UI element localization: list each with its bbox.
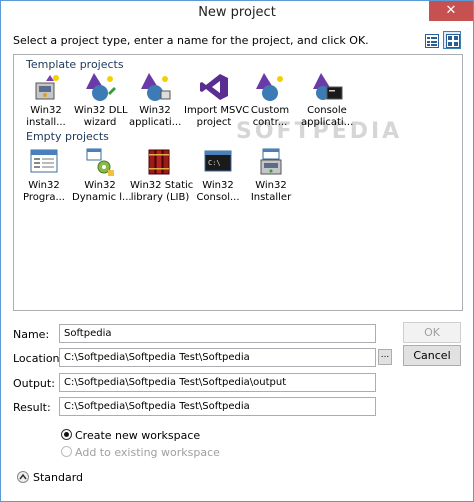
item-label-line1: Import MSVC — [184, 105, 250, 116]
empty-win32-program[interactable]: Win32 Progra... — [18, 146, 70, 204]
details-view-button[interactable] — [422, 31, 440, 49]
standard-label: Standard — [33, 471, 84, 484]
item-label-line2: Consol... — [196, 192, 240, 203]
console-icon: C:\ — [202, 146, 234, 178]
empty-win32-installer[interactable]: Win32 Installer — [245, 146, 297, 204]
result-label: Result: — [13, 401, 51, 414]
standard-toggle[interactable]: Standard — [17, 471, 83, 484]
create-new-workspace-label: Create new workspace — [75, 429, 201, 442]
visual-studio-icon — [198, 71, 230, 103]
instruction-text: Select a project type, enter a name for … — [13, 34, 369, 47]
item-label-line2: Progra... — [23, 192, 65, 203]
browse-location-button[interactable]: ... — [378, 349, 392, 365]
result-input[interactable] — [59, 397, 376, 416]
empty-win32-console[interactable]: C:\ Win32 Consol... — [192, 146, 244, 204]
title-bar: New project ✕ — [1, 1, 473, 25]
radio-dot — [61, 429, 72, 440]
empty-win32-static-library[interactable]: Win32 Static library (LIB) — [130, 146, 194, 204]
template-win32-installer[interactable]: Win32 install... — [20, 71, 72, 129]
add-existing-workspace-radio[interactable]: Add to existing workspace — [61, 446, 220, 459]
books-icon — [144, 146, 176, 178]
name-label: Name: — [13, 328, 50, 341]
item-label-line1: Win32 — [255, 180, 287, 191]
close-button[interactable]: ✕ — [429, 1, 473, 21]
empty-projects-header: Empty projects — [26, 130, 109, 143]
item-label-line2: contr... — [252, 117, 288, 128]
cancel-button[interactable]: Cancel — [403, 345, 461, 366]
dll-icon — [84, 146, 116, 178]
large-icons-view-icon — [446, 34, 460, 48]
output-label: Output: — [13, 377, 55, 390]
template-projects-header: Template projects — [26, 58, 124, 71]
item-label-line1: Win32 DLL — [74, 105, 128, 116]
location-label: Location: — [13, 352, 64, 365]
wizard-icon — [84, 71, 116, 103]
ok-button[interactable]: OK — [403, 322, 461, 343]
template-win32-application[interactable]: Win32 applicati... — [129, 71, 181, 129]
wizard-icon — [139, 71, 171, 103]
wizard-icon — [254, 71, 286, 103]
output-input[interactable] — [59, 373, 376, 392]
item-label-line1: Win32 — [30, 105, 62, 116]
name-input[interactable] — [59, 324, 376, 343]
new-project-dialog: New project ✕ Select a project type, ent… — [0, 0, 474, 502]
large-icons-view-button[interactable] — [443, 31, 461, 49]
item-label-line1: Win32 — [28, 180, 60, 191]
template-import-msvc-project[interactable]: Import MSVC project — [184, 71, 250, 129]
location-input[interactable] — [59, 348, 376, 367]
svg-text:C:\: C:\ — [208, 159, 221, 167]
item-label-line1: Win32 Static — [130, 180, 194, 191]
item-label-line2: Dynamic l... — [72, 192, 132, 203]
create-new-workspace-radio[interactable]: Create new workspace — [61, 429, 200, 442]
item-label-line1: Win32 — [139, 105, 171, 116]
item-label-line1: Win32 — [202, 180, 234, 191]
template-win32-dll-wizard[interactable]: Win32 DLL wizard — [74, 71, 128, 129]
installer-icon — [255, 146, 287, 178]
item-label-line2: applicati... — [129, 117, 182, 128]
console-wizard-icon — [311, 71, 343, 103]
item-label-line2: library (LIB) — [130, 192, 190, 203]
item-label-line2: install... — [26, 117, 66, 128]
item-label-line1: Console — [307, 105, 347, 116]
item-label-line2: project — [196, 117, 232, 128]
item-label-line2: Installer — [250, 192, 292, 203]
radio-dot — [61, 446, 72, 457]
item-label-line1: Custom — [250, 105, 290, 116]
details-view-icon — [425, 34, 439, 48]
template-custom-control[interactable]: Custom contr... — [244, 71, 296, 129]
item-label-line2: wizard — [83, 117, 117, 128]
project-types-list[interactable]: SOFTPEDIA Template projects Win32 instal… — [13, 54, 463, 311]
item-label-line1: Win32 — [84, 180, 116, 191]
template-console-application[interactable]: Console applicati... — [301, 71, 353, 129]
item-label-line2: applicati... — [301, 117, 354, 128]
add-existing-workspace-label: Add to existing workspace — [75, 446, 220, 459]
empty-win32-dynamic-library[interactable]: Win32 Dynamic l... — [72, 146, 132, 204]
window-title: New project — [198, 5, 276, 20]
window-icon — [28, 146, 60, 178]
installer-wizard-icon — [30, 71, 62, 103]
chevron-up-icon — [17, 471, 29, 483]
